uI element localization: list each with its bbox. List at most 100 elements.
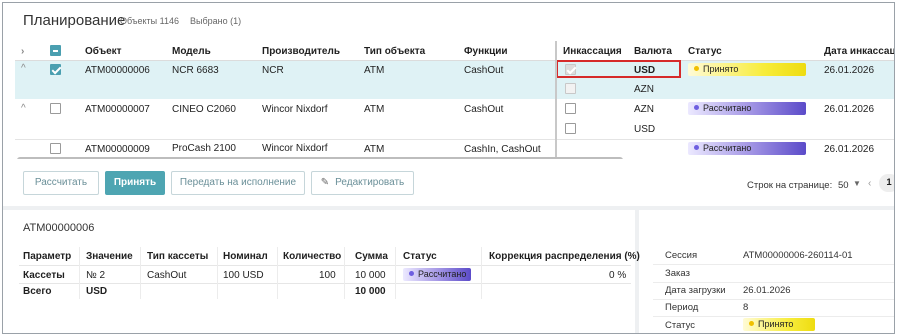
detail-title: ATM00000006	[23, 222, 95, 234]
cell-currency-azn: AZN	[634, 84, 654, 95]
current-page-button[interactable]: 1	[879, 174, 894, 192]
cell-value: USD	[86, 286, 108, 297]
column-header-vendor[interactable]: Производитель	[262, 46, 340, 57]
column-header-model[interactable]: Модель	[172, 46, 211, 57]
column-header-sum: Сумма	[355, 251, 388, 262]
column-header-object[interactable]: Объект	[85, 46, 122, 57]
previous-page-icon[interactable]: ‹	[868, 178, 871, 189]
rows-per-page-select[interactable]: 50	[838, 180, 849, 191]
cell-object: ATM00000007	[85, 104, 150, 115]
cell-currency-azn: AZN	[634, 104, 654, 115]
cell-vendor: NCR	[262, 65, 284, 76]
cell-object: ATM00000006	[85, 65, 150, 76]
row-checkbox[interactable]	[50, 143, 61, 154]
status-badge: Рассчитано	[688, 102, 806, 115]
cell-value: № 2	[86, 270, 106, 281]
section-divider	[3, 206, 894, 210]
action-toolbar: Рассчитать Принять Передать на исполнени…	[3, 165, 894, 201]
panel-divider	[635, 210, 639, 333]
info-label-load-date: Дата загрузки	[665, 285, 726, 296]
cell-type: ATM	[364, 104, 385, 115]
table-row-total: Всего USD 10 000	[19, 283, 631, 299]
expand-all-chevron-icon[interactable]: ›	[21, 46, 24, 57]
status-badge: Принято	[743, 318, 815, 331]
status-badge: Принято	[688, 63, 806, 76]
table-header: Параметр Значение Тип кассеты Номинал Ко…	[19, 247, 640, 265]
cell-date: 26.01.2026	[824, 104, 875, 115]
column-header-status: Статус	[403, 251, 437, 262]
collection-checkbox-azn	[565, 83, 576, 94]
cell-date: 26.01.2026	[824, 144, 875, 155]
cell-object: ATM00000009	[85, 144, 150, 155]
rows-per-page-label: Строк на странице:	[747, 180, 833, 191]
cell-vendor: Wincor Nixdorf	[262, 104, 328, 115]
cell-nominal: 100 USD	[223, 270, 264, 281]
calculate-button[interactable]: Рассчитать	[23, 171, 99, 195]
column-header-type[interactable]: Тип объекта	[364, 46, 425, 57]
collapse-row-chevron-icon[interactable]: ^	[21, 63, 26, 74]
column-header-correction: Коррекция распределения (%)	[489, 251, 640, 262]
table-row[interactable]: ^ ATM00000007 CINEO C2060 Wincor Nixdorf…	[15, 99, 894, 139]
status-badge: Рассчитано	[403, 268, 471, 281]
column-header-cassette-type: Тип кассеты	[147, 251, 209, 262]
table-row: Кассеты № 2 CashOut 100 USD 100 10 000 Р…	[19, 265, 631, 283]
horizontal-scrollbar[interactable]	[17, 157, 623, 159]
column-header-collection[interactable]: Инкассация	[563, 46, 622, 57]
row-checkbox[interactable]	[50, 103, 61, 114]
status-dot-icon	[749, 321, 754, 326]
planning-window: Планирование Объекты 1146 Выбрано (1) › …	[2, 2, 895, 334]
info-label-status: Статус	[665, 320, 696, 331]
column-header-parameter: Параметр	[23, 251, 72, 262]
send-to-execution-button[interactable]: Передать на исполнение	[171, 171, 305, 195]
chevron-down-icon[interactable]: ▼	[853, 179, 861, 188]
collection-checkbox-usd[interactable]	[565, 123, 576, 134]
column-header-quantity: Количество	[283, 251, 342, 262]
cell-functions: CashIn, CashOut	[464, 144, 541, 155]
cell-quantity: 100	[319, 270, 336, 281]
frozen-column-divider	[555, 41, 557, 159]
row-checkbox[interactable]	[50, 64, 61, 75]
status-dot-icon	[694, 105, 699, 110]
select-all-checkbox[interactable]	[50, 45, 61, 56]
edit-button[interactable]: ✎ Редактировать	[311, 171, 414, 195]
collection-checkbox-azn[interactable]	[565, 103, 576, 114]
selected-count: Выбрано (1)	[190, 16, 242, 26]
info-value-period: 8	[743, 302, 749, 313]
page-header: Планирование Объекты 1146 Выбрано (1)	[3, 3, 894, 41]
info-label-session: Сессия	[665, 250, 698, 261]
pencil-icon: ✎	[320, 177, 330, 188]
status-dot-icon	[694, 66, 699, 71]
objects-table: › Объект Модель Производитель Тип объект…	[15, 41, 894, 159]
status-dot-icon	[694, 145, 699, 150]
cell-type: ATM	[364, 144, 385, 155]
collapse-row-chevron-icon[interactable]: ^	[21, 103, 26, 114]
highlight-box	[556, 60, 681, 78]
info-label-order: Заказ	[665, 268, 690, 279]
cell-model: NCR 6683	[172, 65, 219, 76]
column-header-currency[interactable]: Валюта	[634, 46, 672, 57]
cell-functions: CashOut	[464, 104, 504, 115]
status-badge: Рассчитано	[688, 142, 806, 155]
accept-button[interactable]: Принять	[105, 171, 165, 195]
cell-date: 26.01.2026	[824, 65, 875, 76]
cell-model: ProCash 2100	[172, 143, 236, 154]
cell-cassette-type: CashOut	[147, 270, 187, 281]
table-subrow: AZN	[15, 79, 894, 99]
column-header-value: Значение	[86, 251, 133, 262]
info-label-period: Период	[665, 302, 699, 313]
cell-functions: CashOut	[464, 65, 504, 76]
cell-correction[interactable]: 0 %	[609, 270, 626, 281]
cell-vendor: Wincor Nixdorf	[262, 143, 328, 154]
column-header-functions[interactable]: Функции	[464, 46, 508, 57]
status-dot-icon	[409, 271, 414, 276]
page-title: Планирование	[23, 12, 126, 29]
info-value-session: ATM00000006-260114-01	[743, 250, 853, 261]
info-value-load-date: 26.01.2026	[743, 285, 791, 296]
column-header-collection-date[interactable]: Дата инкассации	[824, 46, 894, 57]
cell-model: CINEO C2060	[172, 104, 236, 115]
objects-count: Объекты 1146	[120, 16, 179, 26]
cell-sum: 10 000	[355, 270, 386, 281]
column-header-status[interactable]: Статус	[688, 46, 722, 57]
cell-sum: 10 000	[355, 286, 386, 297]
table-header: › Объект Модель Производитель Тип объект…	[15, 41, 894, 61]
